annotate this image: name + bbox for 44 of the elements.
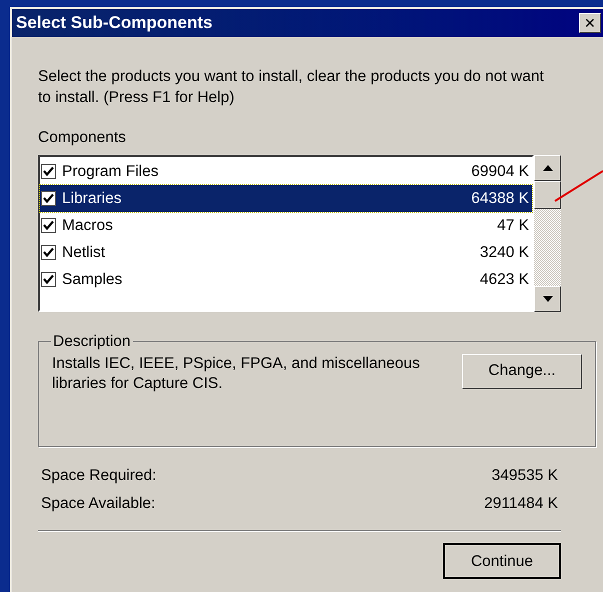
- scroll-thumb[interactable]: [534, 181, 561, 210]
- component-name: Samples: [62, 270, 122, 290]
- down-arrow-icon: [542, 296, 552, 302]
- checkbox[interactable]: [41, 245, 56, 260]
- checkbox[interactable]: [41, 218, 56, 234]
- component-row[interactable]: Program Files 69904 K: [40, 158, 532, 186]
- component-size: 64388 K: [471, 189, 529, 210]
- space-value: 2911484 K: [484, 494, 558, 512]
- component-size: 3240 K: [480, 243, 529, 264]
- checkmark-icon: [43, 166, 54, 178]
- component-size: 47 K: [497, 216, 529, 236]
- description-text: Installs IEC, IEEE, PSpice, FPGA, and miscellaneous libraries for Capture CIS.: [52, 354, 421, 394]
- close-button[interactable]: ✕: [579, 13, 601, 33]
- checkmark-icon: [43, 274, 54, 286]
- space-label: Space Available:: [41, 494, 156, 512]
- component-name: Netlist: [62, 243, 106, 264]
- scrollbar[interactable]: [534, 155, 561, 312]
- description-label: Description: [52, 332, 132, 352]
- change-button[interactable]: Change...: [462, 354, 582, 388]
- checkmark-icon: [43, 193, 54, 204]
- annotation-line: [554, 170, 603, 202]
- component-row[interactable]: Libraries 64388 K: [40, 185, 532, 212]
- components-label: Components: [38, 128, 127, 148]
- scroll-up-button[interactable]: [534, 155, 561, 182]
- component-name: Macros: [62, 216, 113, 236]
- component-name: Libraries: [62, 189, 122, 210]
- component-row[interactable]: Samples 4623 K: [40, 266, 532, 294]
- checkbox[interactable]: [41, 164, 56, 180]
- checkbox[interactable]: [41, 272, 56, 288]
- component-row[interactable]: Macros 47 K: [40, 212, 532, 240]
- instructions-text: Select the products you want to install, clear the products you do not want to install. (Press F1 for Help): [38, 67, 545, 108]
- component-size: 69904 K: [471, 162, 529, 182]
- continue-button[interactable]: Continue: [443, 543, 561, 580]
- space-label: Space Required:: [41, 466, 156, 484]
- scroll-down-button[interactable]: [534, 286, 561, 312]
- component-row[interactable]: Netlist 3240 K: [40, 239, 532, 266]
- up-arrow-icon: [542, 165, 552, 172]
- component-size: 4623 K: [480, 270, 529, 290]
- component-name: Program Files: [62, 162, 158, 182]
- checkbox[interactable]: [41, 191, 56, 206]
- space-value: 349535 K: [492, 466, 558, 484]
- checkmark-icon: [43, 220, 54, 232]
- checkmark-icon: [43, 247, 54, 258]
- window-title: Select Sub-Components: [16, 12, 212, 34]
